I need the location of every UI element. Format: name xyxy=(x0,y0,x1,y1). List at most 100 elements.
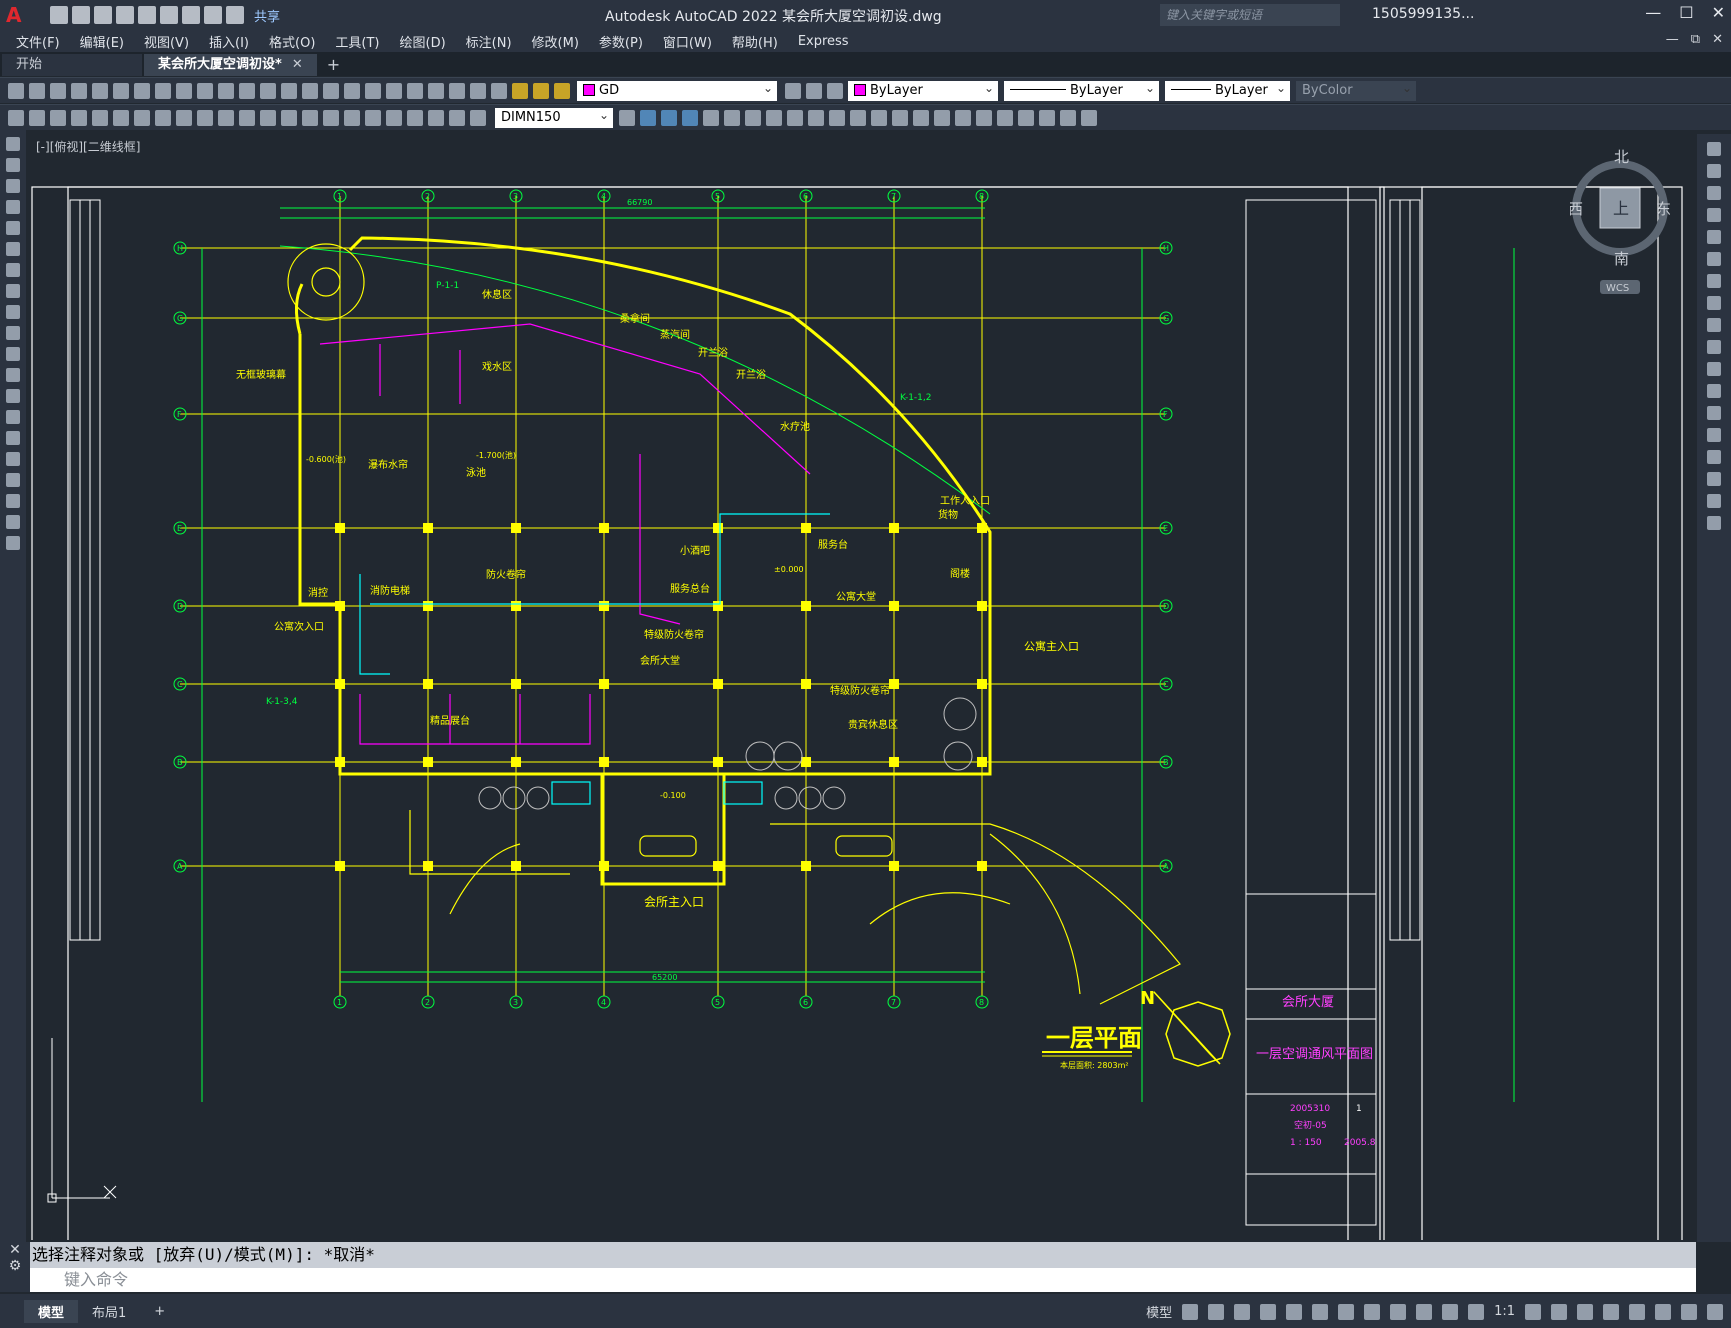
spline-icon[interactable] xyxy=(6,305,20,319)
command-line-handle[interactable]: ✕ ⚙ xyxy=(0,1242,30,1292)
offset-icon[interactable] xyxy=(682,109,698,126)
explode-icon[interactable] xyxy=(934,109,950,126)
tolerance-icon[interactable] xyxy=(344,109,360,126)
dimension-style-icon[interactable] xyxy=(619,109,635,126)
object-snap-tracking-icon[interactable] xyxy=(1312,1303,1329,1320)
construction-line-icon[interactable] xyxy=(6,158,20,172)
print-preview-icon[interactable] xyxy=(92,82,108,99)
dimension-text-edit-icon[interactable] xyxy=(449,109,465,126)
menu-view[interactable]: 视图(V) xyxy=(144,32,189,51)
tab-model[interactable]: 模型 xyxy=(24,1299,79,1323)
plotstyle-dropdown[interactable]: ByColor xyxy=(1296,78,1416,101)
new-file-icon[interactable] xyxy=(50,6,68,24)
layer-properties-icon[interactable] xyxy=(491,82,507,99)
layer-match-icon[interactable] xyxy=(827,82,843,99)
redo-icon[interactable] xyxy=(226,6,244,24)
point-icon[interactable] xyxy=(6,410,20,424)
chamfer-icon[interactable] xyxy=(1707,450,1721,464)
save-icon[interactable] xyxy=(94,6,112,24)
clean-screen-icon[interactable] xyxy=(1681,1303,1697,1320)
ellipse-icon[interactable] xyxy=(6,326,20,340)
color-dropdown[interactable]: ByLayer xyxy=(848,78,998,101)
copy-icon[interactable] xyxy=(1707,164,1721,178)
open-file-icon[interactable] xyxy=(72,6,90,24)
image-icon[interactable] xyxy=(1018,109,1034,126)
mirror-icon[interactable] xyxy=(1707,186,1721,200)
layout-icon[interactable] xyxy=(1039,109,1055,126)
tool-palette-icon[interactable] xyxy=(386,82,402,99)
rotate-icon[interactable] xyxy=(745,109,761,126)
menu-draw[interactable]: 绘图(D) xyxy=(400,32,446,51)
arc-length-icon[interactable] xyxy=(113,109,129,126)
block-insert-icon[interactable] xyxy=(955,109,971,126)
paste-icon[interactable] xyxy=(176,82,192,99)
hatch-icon[interactable] xyxy=(6,431,20,445)
save-as-icon[interactable] xyxy=(116,6,134,24)
dimstyle-dropdown[interactable]: DIMN150 xyxy=(495,105,613,128)
tab-start[interactable]: 开始 xyxy=(2,54,142,76)
menu-window[interactable]: 窗口(W) xyxy=(663,32,712,51)
ordinate-dimension-icon[interactable] xyxy=(134,109,150,126)
customization-icon[interactable] xyxy=(1707,1303,1723,1320)
inspection-icon[interactable] xyxy=(386,109,402,126)
share-button[interactable]: 共享 xyxy=(254,6,280,25)
hardware-acceleration-icon[interactable] xyxy=(1655,1303,1671,1320)
circle-icon[interactable] xyxy=(6,263,20,277)
command-input[interactable]: 键入命令 xyxy=(30,1268,1696,1292)
tab-drawing[interactable]: 某会所大厦空调初设* ✕ xyxy=(144,54,317,76)
selection-cycling-icon[interactable] xyxy=(1390,1303,1407,1320)
maximize-button[interactable]: ☐ xyxy=(1679,3,1693,22)
array-icon[interactable] xyxy=(703,109,719,126)
user-account[interactable]: 1505999135... xyxy=(1372,6,1474,22)
layer-state-icon[interactable] xyxy=(512,82,528,99)
rotate-icon[interactable] xyxy=(1707,274,1721,288)
blend-curves-icon[interactable] xyxy=(1707,494,1721,508)
gradient-icon[interactable] xyxy=(6,452,20,466)
dimension-edit-icon[interactable] xyxy=(428,109,444,126)
stretch-icon[interactable] xyxy=(1707,318,1721,332)
ortho-icon[interactable] xyxy=(1234,1303,1251,1320)
publish-icon[interactable] xyxy=(113,82,129,99)
arc-icon[interactable] xyxy=(6,242,20,256)
stretch-icon[interactable] xyxy=(787,109,803,126)
baseline-dimension-icon[interactable] xyxy=(260,109,276,126)
save-web-icon[interactable] xyxy=(160,6,178,24)
match-properties-icon[interactable] xyxy=(197,82,213,99)
jogged-dimension-icon[interactable] xyxy=(176,109,192,126)
save-icon[interactable] xyxy=(50,82,66,99)
jogged-linear-icon[interactable] xyxy=(407,109,423,126)
open-icon[interactable] xyxy=(29,82,45,99)
pan-icon[interactable] xyxy=(260,82,276,99)
cut-icon[interactable] xyxy=(134,82,150,99)
wcs-menu[interactable]: WCS xyxy=(1606,283,1629,294)
chamfer-icon[interactable] xyxy=(892,109,908,126)
insert-block-icon[interactable] xyxy=(6,368,20,382)
move-icon[interactable] xyxy=(724,109,740,126)
aligned-dimension-icon[interactable] xyxy=(92,109,108,126)
fillet-icon[interactable] xyxy=(913,109,929,126)
line-icon[interactable] xyxy=(6,137,20,151)
command-customize-icon[interactable]: ⚙ xyxy=(0,1258,30,1274)
print-icon[interactable] xyxy=(71,82,87,99)
diameter-dimension-icon[interactable] xyxy=(197,109,213,126)
menu-parametric[interactable]: 参数(P) xyxy=(599,32,643,51)
add-selected-icon[interactable] xyxy=(6,536,20,550)
join-icon[interactable] xyxy=(871,109,887,126)
minimize-button[interactable]: — xyxy=(1645,3,1661,22)
extend-icon[interactable] xyxy=(829,109,845,126)
isodraft-icon[interactable] xyxy=(1286,1303,1303,1320)
quick-properties-icon[interactable] xyxy=(1603,1303,1619,1320)
ellipse-arc-icon[interactable] xyxy=(6,347,20,361)
zoom-previous-icon[interactable] xyxy=(323,82,339,99)
viewcube-north[interactable]: 北 xyxy=(1614,148,1629,166)
doc-minimize-button[interactable]: — xyxy=(1666,32,1679,47)
revision-cloud-icon[interactable] xyxy=(6,284,20,298)
model-space-button[interactable]: 模型 xyxy=(1146,1302,1172,1321)
tab-close-icon[interactable]: ✕ xyxy=(292,57,303,72)
annotation-monitor-icon[interactable] xyxy=(1551,1303,1567,1320)
make-current-layer-icon[interactable] xyxy=(785,82,801,99)
zoom-realtime-icon[interactable] xyxy=(281,82,297,99)
command-close-icon[interactable]: ✕ xyxy=(0,1242,30,1258)
make-block-icon[interactable] xyxy=(6,389,20,403)
dimension-space-icon[interactable] xyxy=(302,109,318,126)
